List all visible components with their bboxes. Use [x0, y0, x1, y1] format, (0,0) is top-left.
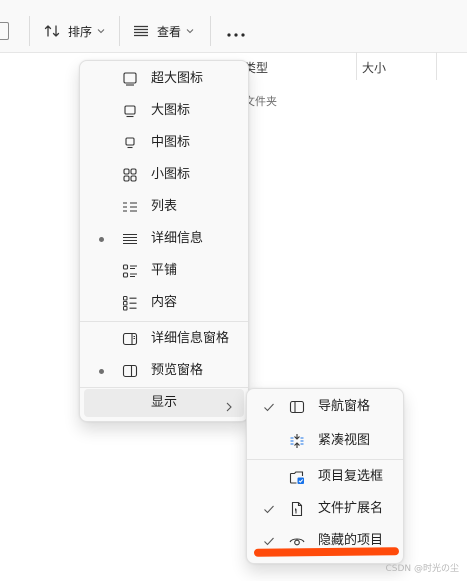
view-button[interactable]: 查看 — [133, 16, 194, 46]
menu-item-label: 预览窗格 — [151, 363, 204, 378]
column-size-header[interactable]: 大小 — [362, 59, 386, 76]
menu-item-label: 中图标 — [151, 135, 191, 150]
menu-item-list[interactable]: 列表 — [84, 193, 244, 221]
sort-label: 排序 — [68, 24, 93, 39]
monitor-xl-icon — [122, 71, 138, 87]
menu-item-large-icons[interactable]: 大图标 — [84, 97, 244, 125]
show-submenu: 导航窗格 紧凑视图 项目复选框 文件扩展名 隐藏的项目 — [246, 388, 404, 564]
menu-item-label: 小图标 — [151, 167, 191, 182]
menu-item-small-icons[interactable]: 小图标 — [84, 161, 244, 189]
delete-icon[interactable] — [0, 22, 9, 40]
content-icon — [122, 295, 138, 311]
compact-view-icon — [289, 433, 305, 449]
watermark: CSDN @时光の尘 — [385, 564, 459, 574]
selected-dot-icon — [99, 369, 104, 374]
menu-item-compact-view[interactable]: 紧凑视图 — [251, 427, 399, 455]
item-checkbox-icon — [289, 469, 305, 485]
chevron-down-icon — [186, 28, 194, 34]
menu-item-label: 显示 — [151, 395, 178, 410]
toolbar-divider — [119, 16, 120, 46]
menu-item-label: 详细信息窗格 — [151, 331, 230, 346]
checkmark-icon — [261, 399, 277, 415]
monitor-medium-icon — [122, 135, 138, 151]
menu-item-label: 详细信息 — [151, 231, 204, 246]
menu-divider — [247, 459, 403, 460]
file-extension-icon — [289, 501, 305, 517]
view-label: 查看 — [157, 24, 182, 39]
menu-item-content[interactable]: 内容 — [84, 289, 244, 317]
small-icons-grid-icon — [122, 167, 138, 183]
menu-item-label: 超大图标 — [151, 71, 204, 86]
details-pane-icon — [122, 331, 138, 347]
more-dots-icon — [227, 22, 245, 41]
menu-item-label: 项目复选框 — [318, 469, 384, 484]
menu-item-label: 紧凑视图 — [318, 433, 371, 448]
more-options-button[interactable] — [222, 16, 250, 46]
menu-item-label: 内容 — [151, 295, 178, 310]
column-divider[interactable] — [436, 52, 437, 80]
menu-divider — [80, 387, 248, 388]
menu-item-details-pane[interactable]: 详细信息窗格 — [84, 325, 244, 353]
column-header: 类型 大小 — [236, 52, 467, 80]
menu-item-label: 大图标 — [151, 103, 191, 118]
menu-item-label: 文件扩展名 — [318, 501, 384, 516]
column-divider[interactable] — [356, 52, 357, 80]
menu-item-item-checkboxes[interactable]: 项目复选框 — [251, 463, 399, 491]
menu-item-show[interactable]: 显示 — [84, 389, 244, 417]
menu-divider — [80, 321, 248, 322]
command-bar: 排序 查看 — [0, 0, 467, 53]
menu-item-details[interactable]: 详细信息 — [84, 225, 244, 253]
list-icon — [122, 199, 138, 215]
toolbar-divider — [210, 16, 211, 46]
details-icon — [122, 231, 138, 247]
preview-pane-icon — [122, 363, 138, 379]
chevron-right-icon — [226, 397, 232, 416]
menu-item-label: 平铺 — [151, 263, 178, 278]
checkmark-icon — [261, 533, 277, 549]
view-icon — [133, 23, 149, 39]
checkmark-icon — [261, 501, 277, 517]
menu-item-tiles[interactable]: 平铺 — [84, 257, 244, 285]
chevron-down-icon — [97, 28, 105, 34]
selected-dot-icon — [99, 237, 104, 242]
menu-item-label: 导航窗格 — [318, 399, 371, 414]
menu-item-medium-icons[interactable]: 中图标 — [84, 129, 244, 157]
menu-item-navigation-pane[interactable]: 导航窗格 — [251, 393, 399, 421]
sort-button[interactable]: 排序 — [44, 16, 105, 46]
sort-icon — [44, 23, 60, 39]
eye-icon — [289, 533, 305, 549]
toolbar-divider — [29, 16, 30, 46]
view-dropdown-menu: 超大图标 大图标 中图标 小图标 列表 详细信息 平铺 内容 详细信息窗格 预览… — [79, 60, 249, 422]
menu-item-preview-pane[interactable]: 预览窗格 — [84, 357, 244, 385]
tiles-icon — [122, 263, 138, 279]
annotation-highlight-stroke — [253, 547, 400, 557]
navigation-pane-icon — [289, 399, 305, 415]
menu-item-label: 列表 — [151, 199, 178, 214]
menu-item-file-extensions[interactable]: 文件扩展名 — [251, 495, 399, 523]
menu-item-extra-large-icons[interactable]: 超大图标 — [84, 65, 244, 93]
monitor-large-icon — [122, 103, 138, 119]
